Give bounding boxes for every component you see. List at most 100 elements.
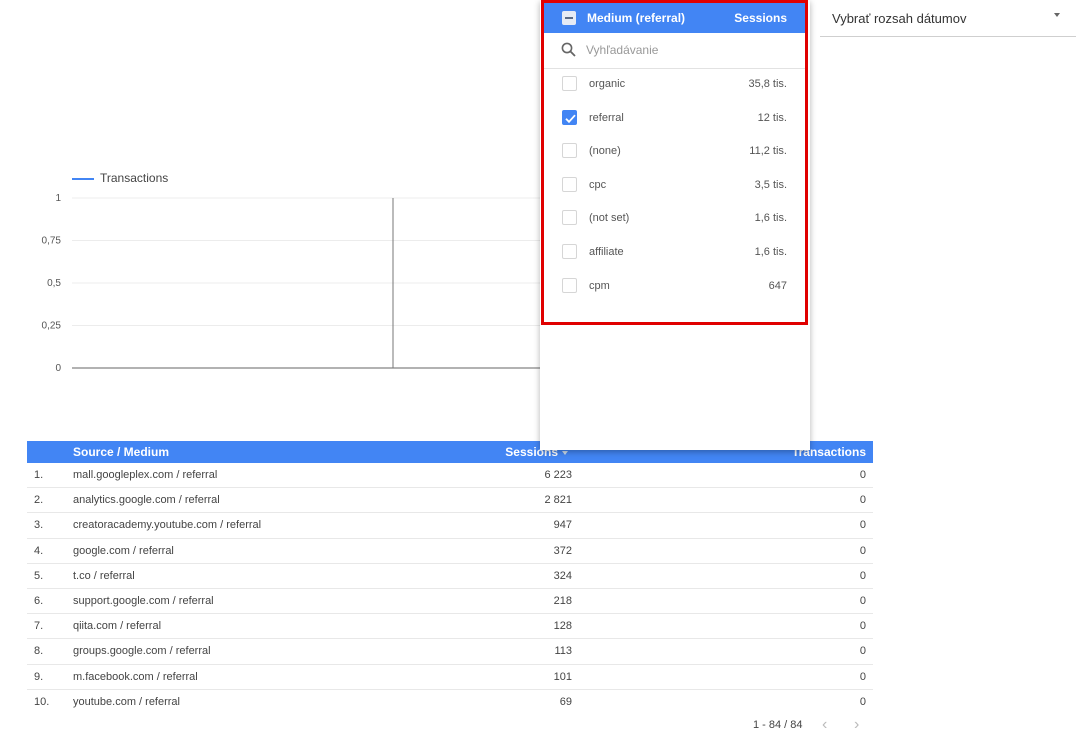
row-transactions: 0 <box>859 594 866 607</box>
table-row[interactable]: 2. analytics.google.com / referral 2 821 0 <box>27 488 873 514</box>
table-row[interactable]: 5. t.co / referral 324 0 <box>27 564 873 589</box>
table-row[interactable]: 3. creatoracademy.youtube.com / referral 9… <box>27 513 873 539</box>
select-all-checkbox[interactable] <box>562 11 576 25</box>
filter-options-list: organic 35,8 tis. referral 12 tis. (none) 11,… <box>544 68 805 303</box>
row-index: 6. <box>34 594 44 607</box>
filter-option-label: organic <box>589 78 626 90</box>
filter-option-value: 3,5 tis. <box>754 178 787 191</box>
checkbox-checked[interactable] <box>562 109 577 125</box>
row-transactions: 0 <box>859 645 866 658</box>
row-transactions: 0 <box>859 620 866 633</box>
chevron-left-icon[interactable]: ‹ <box>822 716 827 734</box>
pagination: 1 - 84 / 84 ‹ › <box>700 716 870 736</box>
filter-option[interactable]: (none) 11,2 tis. <box>544 135 805 169</box>
checkbox[interactable] <box>562 277 577 293</box>
row-sessions: 101 <box>553 670 572 683</box>
pagination-label: 1 - 84 / 84 <box>753 719 803 731</box>
checkbox[interactable] <box>562 143 577 159</box>
y-tick-label: 1 <box>55 193 61 204</box>
checkbox[interactable] <box>562 243 577 259</box>
row-index: 10. <box>34 695 50 708</box>
y-tick-label: 0,75 <box>42 236 62 247</box>
filter-option[interactable]: organic 35,8 tis. <box>544 68 805 102</box>
date-range-label: Vybrať rozsah dátumov <box>832 11 967 26</box>
row-transactions: 0 <box>859 569 866 582</box>
date-range-selector[interactable]: Vybrať rozsah dátumov <box>820 0 1076 37</box>
row-transactions: 0 <box>859 519 866 532</box>
filter-option-label: (none) <box>589 145 621 158</box>
checkbox[interactable] <box>562 210 577 226</box>
table-row[interactable]: 8. groups.google.com / referral 113 0 <box>27 639 873 665</box>
row-source-medium: groups.google.com / referral <box>73 645 211 658</box>
filter-option-value: 1,6 tis. <box>754 245 787 258</box>
search-icon <box>561 42 576 57</box>
filter-search-input[interactable] <box>586 41 786 59</box>
filter-option-label: affiliate <box>589 245 624 258</box>
table-row[interactable]: 1. mall.googleplex.com / referral 6 223 0 <box>27 463 873 489</box>
row-sessions: 947 <box>553 519 572 532</box>
filter-option-label: cpc <box>589 178 607 191</box>
filter-option-label: cpm <box>589 279 610 292</box>
filter-title: Medium (referral) <box>587 11 686 25</box>
row-source-medium: analytics.google.com / referral <box>73 494 220 507</box>
y-tick-label: 0 <box>55 363 61 374</box>
row-sessions: 69 <box>559 695 572 708</box>
source-medium-table: Source / Medium Sessions Transactions 1.… <box>27 441 873 715</box>
table-row[interactable]: 9. m.facebook.com / referral 101 0 <box>27 665 873 690</box>
check-icon <box>565 114 576 123</box>
row-source-medium: youtube.com / referral <box>73 695 180 708</box>
row-index: 2. <box>34 494 44 507</box>
filter-option-label: referral <box>589 111 624 124</box>
filter-metric-label: Sessions <box>734 11 787 25</box>
filter-option[interactable]: cpc 3,5 tis. <box>544 169 805 203</box>
table-row[interactable]: 4. google.com / referral 372 0 <box>27 539 873 564</box>
row-source-medium: creatoracademy.youtube.com / referral <box>73 519 262 532</box>
legend-swatch <box>72 178 94 180</box>
y-tick-label: 0,5 <box>47 278 61 289</box>
row-index: 8. <box>34 645 44 658</box>
filter-option-value: 11,2 tis. <box>749 145 787 158</box>
row-source-medium: support.google.com / referral <box>73 594 214 607</box>
row-source-medium: qiita.com / referral <box>73 620 162 633</box>
row-source-medium: google.com / referral <box>73 544 174 557</box>
filter-header: Medium (referral) Sessions <box>544 3 805 33</box>
sort-desc-icon <box>562 450 568 455</box>
row-source-medium: mall.googleplex.com / referral <box>73 469 218 481</box>
table-row[interactable]: 7. qiita.com / referral 128 0 <box>27 614 873 640</box>
filter-option-value: 35,8 tis. <box>748 78 787 90</box>
row-sessions: 6 223 <box>544 469 572 481</box>
filter-option[interactable]: referral 12 tis. <box>544 102 805 136</box>
table-row[interactable]: 6. support.google.com / referral 218 0 <box>27 589 873 615</box>
row-source-medium: m.facebook.com / referral <box>73 670 198 683</box>
row-index: 1. <box>34 469 44 481</box>
row-source-medium: t.co / referral <box>73 569 135 582</box>
row-index: 9. <box>34 670 44 683</box>
filter-option[interactable]: cpm 647 <box>544 270 805 304</box>
row-transactions: 0 <box>859 494 866 507</box>
table-body: 1. mall.googleplex.com / referral 6 223 0 2.… <box>27 463 873 715</box>
header-source-medium[interactable]: Source / Medium <box>73 445 169 459</box>
row-sessions: 113 <box>554 645 572 658</box>
filter-option[interactable]: affiliate 1,6 tis. <box>544 236 805 270</box>
row-sessions: 324 <box>553 569 572 582</box>
legend-label: Transactions <box>100 171 169 185</box>
row-sessions: 372 <box>553 544 572 557</box>
row-sessions: 218 <box>553 594 572 607</box>
filter-option-label: (not set) <box>589 212 630 225</box>
row-index: 5. <box>34 569 44 582</box>
filter-option-value: 1,6 tis. <box>754 212 787 225</box>
filter-option[interactable]: (not set) 1,6 tis. <box>544 202 805 236</box>
row-sessions: 128 <box>553 620 572 633</box>
filter-option-value: 12 tis. <box>757 111 787 124</box>
transactions-line-chart: 1 0,75 0,5 0,25 0 <box>42 193 545 374</box>
table-row[interactable]: 10. youtube.com / referral 69 0 <box>27 690 873 715</box>
row-transactions: 0 <box>859 695 866 708</box>
checkbox[interactable] <box>562 176 577 192</box>
checkbox[interactable] <box>562 76 577 91</box>
row-sessions: 2 821 <box>544 494 572 507</box>
chevron-right-icon[interactable]: › <box>854 716 859 734</box>
row-transactions: 0 <box>859 544 866 557</box>
row-index: 3. <box>34 519 44 532</box>
row-transactions: 0 <box>859 670 866 683</box>
filter-option-value: 647 <box>768 279 787 292</box>
